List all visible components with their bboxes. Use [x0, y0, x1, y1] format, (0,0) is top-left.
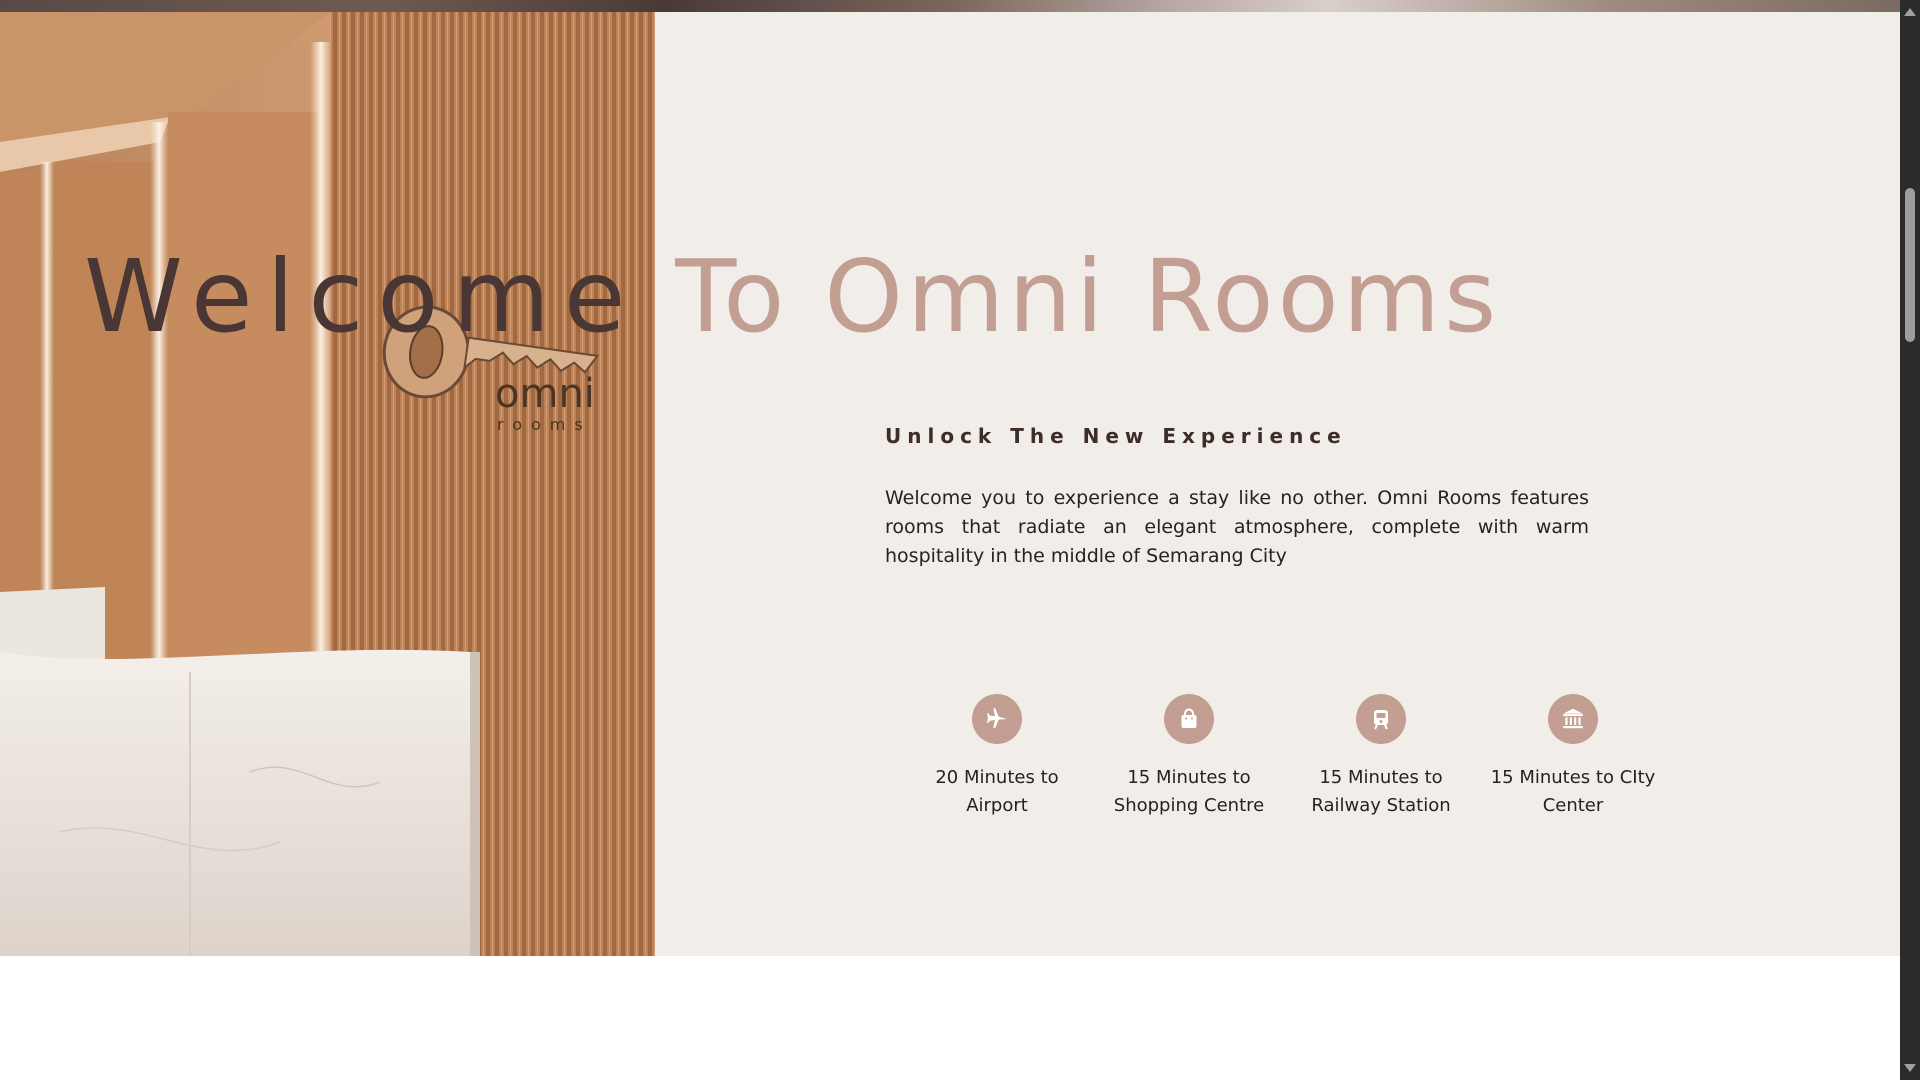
- page-scrollbar[interactable]: [1900, 0, 1920, 1080]
- feature-airport: 20 Minutes to Airport: [901, 694, 1093, 820]
- svg-text:omni: omni: [495, 371, 595, 417]
- feature-railway-label: 15 Minutes to Railway Station: [1311, 767, 1451, 816]
- feature-city-center: 15 Minutes to CIty Center: [1477, 694, 1669, 820]
- previous-section-image-edge: [0, 0, 1900, 12]
- airplane-icon: [972, 694, 1022, 744]
- feature-shopping-label: 15 Minutes to Shopping Centre: [1113, 767, 1265, 816]
- shopping-bag-icon: [1164, 694, 1214, 744]
- page-title: Welcome To Omni Rooms: [84, 232, 1500, 362]
- section-description: Welcome you to experience a stay like no…: [885, 487, 1589, 567]
- landmark-icon: [1548, 694, 1598, 744]
- scroll-up-arrow-icon[interactable]: [1904, 8, 1916, 16]
- title-brand: To Omni Rooms: [675, 238, 1501, 355]
- feature-airport-label: 20 Minutes to Airport: [935, 767, 1059, 816]
- location-features: 20 Minutes to Airport 15 Minutes to Shoppi…: [901, 694, 1669, 820]
- feature-shopping: 15 Minutes to Shopping Centre: [1093, 694, 1285, 820]
- lobby-photo: omni rooms: [0, 12, 655, 956]
- section-subtitle: Unlock The New Experience: [885, 424, 1347, 448]
- svg-text:rooms: rooms: [497, 415, 592, 434]
- welcome-section: omni rooms Welcome To Omni Rooms Unlock …: [0, 12, 1900, 956]
- title-welcome: Welcome: [84, 238, 640, 355]
- scrollbar-thumb[interactable]: [1905, 188, 1915, 342]
- page: omni rooms Welcome To Omni Rooms Unlock …: [0, 0, 1920, 1080]
- feature-city-center-label: 15 Minutes to CIty Center: [1490, 767, 1656, 816]
- scroll-down-arrow-icon[interactable]: [1904, 1064, 1916, 1072]
- feature-railway: 15 Minutes to Railway Station: [1285, 694, 1477, 820]
- train-icon: [1356, 694, 1406, 744]
